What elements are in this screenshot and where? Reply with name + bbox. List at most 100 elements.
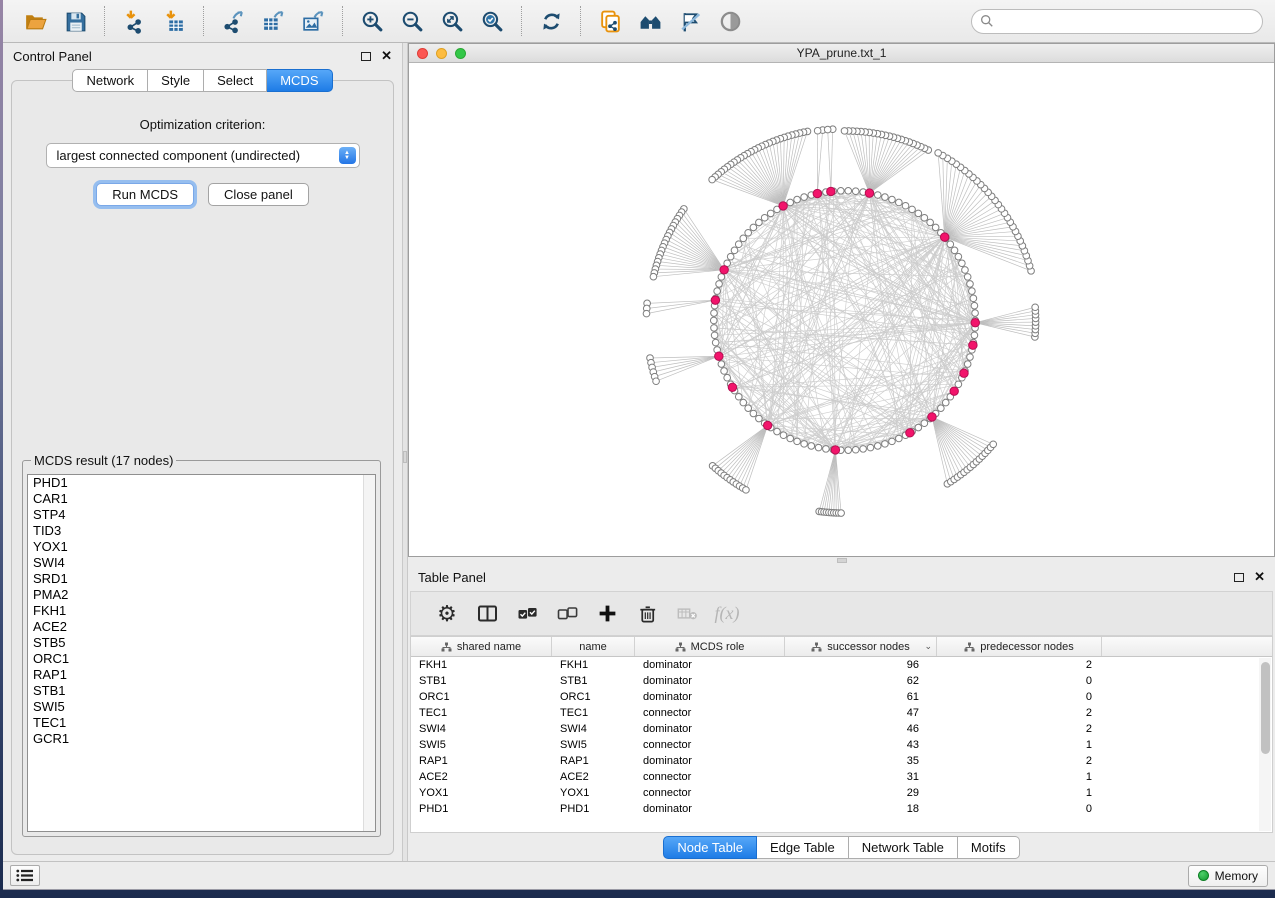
horizontal-splitter[interactable] [408, 557, 1275, 564]
delete-table-button[interactable] [667, 596, 707, 632]
list-item[interactable]: SRD1 [28, 571, 375, 587]
export-network-button[interactable] [216, 4, 250, 38]
graphics-details-icon [678, 9, 703, 34]
export-table-button[interactable] [256, 4, 290, 38]
tab-edge-table[interactable]: Edge Table [757, 836, 849, 859]
table-cell: SWI4 [411, 723, 552, 735]
memory-button[interactable]: Memory [1188, 865, 1268, 887]
tab-style[interactable]: Style [148, 69, 204, 92]
open-folder-icon [23, 9, 48, 34]
tab-select[interactable]: Select [204, 69, 267, 92]
list-item[interactable]: STB1 [28, 683, 375, 699]
tab-network[interactable]: Network [72, 69, 148, 92]
window-zoom-icon[interactable] [455, 48, 466, 59]
first-neighbors-button[interactable] [633, 4, 667, 38]
list-item[interactable]: TEC1 [28, 715, 375, 731]
float-panel-icon[interactable] [1234, 573, 1244, 582]
column-header-successor-nodes[interactable]: successor nodes ⌄ [785, 637, 937, 656]
zoom-selected-button[interactable] [475, 4, 509, 38]
table-scrollbar-thumb[interactable] [1261, 662, 1270, 754]
column-header-mcds-role[interactable]: MCDS role [635, 637, 785, 656]
delete-column-button[interactable] [627, 596, 667, 632]
list-item[interactable]: ORC1 [28, 651, 375, 667]
mcds-result-list[interactable]: PHD1CAR1STP4TID3YOX1SWI4SRD1PMA2FKH1ACE2… [27, 474, 376, 832]
zoom-out-button[interactable] [395, 4, 429, 38]
list-item[interactable]: STP4 [28, 507, 375, 523]
table-row[interactable]: YOX1YOX1connector291 [411, 785, 1272, 801]
list-item[interactable]: SWI5 [28, 699, 375, 715]
task-history-button[interactable] [10, 865, 40, 886]
refresh-button[interactable] [534, 4, 568, 38]
table-cell: 35 [785, 755, 937, 767]
close-panel-icon[interactable]: ✕ [1254, 572, 1265, 582]
table-panel-title: Table Panel [418, 570, 486, 585]
criterion-select[interactable]: largest connected component (undirected)… [46, 143, 360, 168]
function-builder-button[interactable]: f(x) [707, 596, 747, 632]
list-item[interactable]: PMA2 [28, 587, 375, 603]
clone-network-button[interactable] [593, 4, 627, 38]
clone-network-icon [598, 9, 623, 34]
close-panel-button[interactable]: Close panel [208, 183, 309, 206]
list-item[interactable]: FKH1 [28, 603, 375, 619]
plus-icon [597, 603, 618, 624]
table-row[interactable]: STB1STB1dominator620 [411, 673, 1272, 689]
export-image-button[interactable] [296, 4, 330, 38]
table-row[interactable]: FKH1FKH1dominator962 [411, 657, 1272, 673]
zoom-in-button[interactable] [355, 4, 389, 38]
tab-motifs[interactable]: Motifs [958, 836, 1020, 859]
tab-node-table[interactable]: Node Table [663, 836, 757, 859]
gear-icon: ⚙ [437, 603, 457, 625]
list-item[interactable]: CAR1 [28, 491, 375, 507]
table-row[interactable]: ACE2ACE2connector311 [411, 769, 1272, 785]
table-scrollbar[interactable] [1259, 658, 1271, 831]
tab-network-table[interactable]: Network Table [849, 836, 958, 859]
import-table-button[interactable] [157, 4, 191, 38]
column-header-shared-name[interactable]: shared name [411, 637, 552, 656]
list-item[interactable]: GCR1 [28, 731, 375, 747]
window-close-icon[interactable] [417, 48, 428, 59]
show-columns-button[interactable] [467, 596, 507, 632]
horizontal-splitter-handle[interactable] [837, 558, 847, 563]
list-item[interactable]: TID3 [28, 523, 375, 539]
close-panel-icon[interactable]: ✕ [381, 51, 392, 61]
network-graph[interactable] [409, 63, 1274, 556]
graphics-details-button[interactable] [673, 4, 707, 38]
select-all-button[interactable] [507, 596, 547, 632]
vertical-splitter-handle[interactable] [403, 451, 407, 463]
open-button[interactable] [18, 4, 52, 38]
table-row[interactable]: SWI5SWI5connector431 [411, 737, 1272, 753]
table-row[interactable]: ORC1ORC1dominator610 [411, 689, 1272, 705]
list-item[interactable]: RAP1 [28, 667, 375, 683]
list-item[interactable]: PHD1 [28, 475, 375, 491]
table-settings-button[interactable]: ⚙ [427, 596, 467, 632]
save-button[interactable] [58, 4, 92, 38]
table-cell: 1 [937, 739, 1102, 751]
show-hide-button[interactable] [713, 4, 747, 38]
run-mcds-button[interactable]: Run MCDS [96, 183, 194, 206]
float-panel-icon[interactable] [361, 52, 371, 61]
tab-mcds[interactable]: MCDS [267, 69, 332, 92]
window-minimize-icon[interactable] [436, 48, 447, 59]
column-header-predecessor-nodes[interactable]: predecessor nodes [937, 637, 1102, 656]
zoom-fit-button[interactable] [435, 4, 469, 38]
table-row[interactable]: TEC1TEC1connector472 [411, 705, 1272, 721]
vertical-splitter[interactable] [402, 43, 408, 861]
network-canvas[interactable] [409, 63, 1274, 556]
tree-icon [441, 642, 452, 652]
deselect-all-button[interactable] [547, 596, 587, 632]
table-row[interactable]: SWI4SWI4dominator462 [411, 721, 1272, 737]
result-scrollbar[interactable] [363, 475, 375, 831]
table-row[interactable]: PHD1PHD1dominator180 [411, 801, 1272, 817]
list-item[interactable]: ACE2 [28, 619, 375, 635]
control-panel: Control Panel ✕ Network Style Select MCD… [3, 43, 402, 861]
list-item[interactable]: SWI4 [28, 555, 375, 571]
save-icon [63, 9, 88, 34]
add-column-button[interactable] [587, 596, 627, 632]
import-network-button[interactable] [117, 4, 151, 38]
table-row[interactable]: RAP1RAP1dominator352 [411, 753, 1272, 769]
search-input[interactable] [999, 14, 1254, 28]
column-header-name[interactable]: name [552, 637, 635, 656]
list-item[interactable]: YOX1 [28, 539, 375, 555]
list-item[interactable]: STB5 [28, 635, 375, 651]
table-cell: TEC1 [552, 707, 635, 719]
